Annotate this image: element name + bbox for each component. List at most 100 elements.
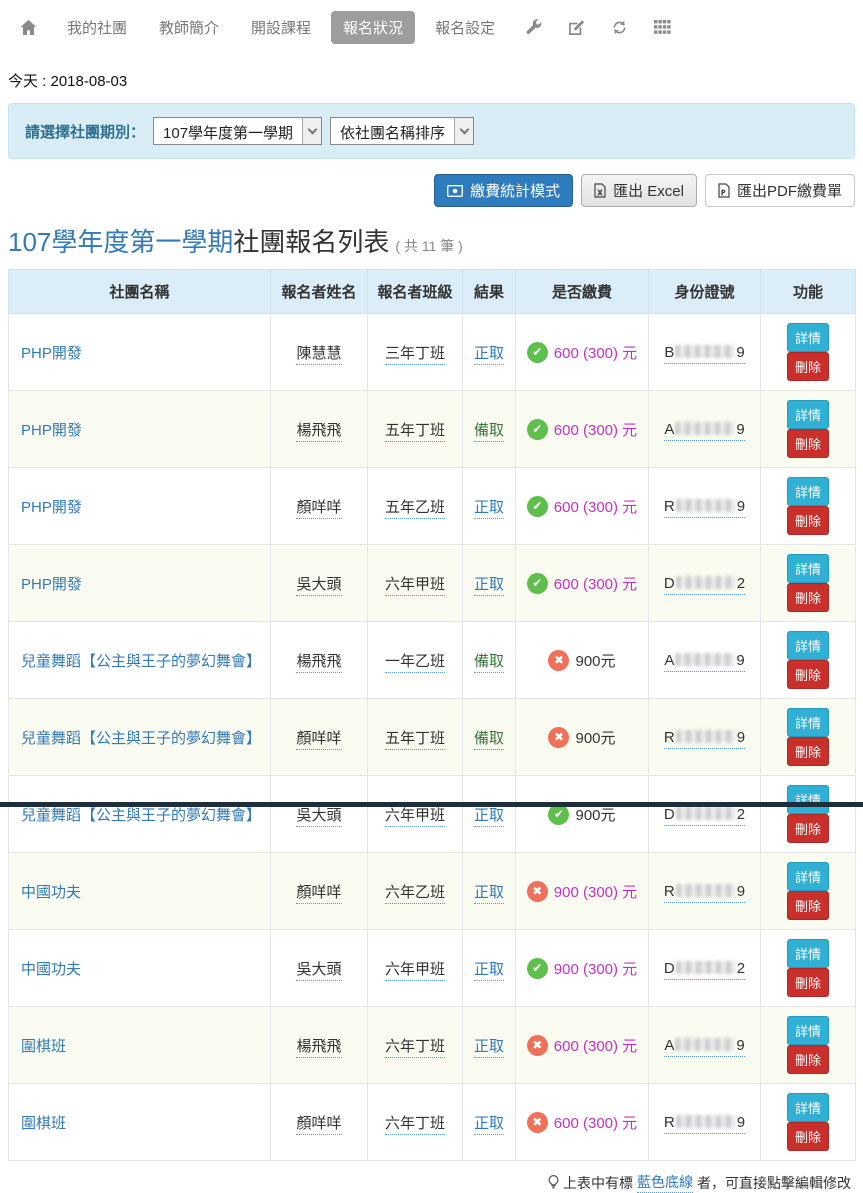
registrant-name[interactable]: 楊飛飛 (296, 422, 341, 442)
result-link[interactable]: 正取 (474, 1038, 504, 1058)
club-link[interactable]: 中國功夫 (21, 961, 81, 978)
wrench-icon[interactable] (525, 19, 542, 36)
id-number[interactable]: R9 (664, 729, 745, 749)
registrant-name[interactable]: 顏咩咩 (296, 730, 341, 750)
result-link[interactable]: 備取 (474, 730, 504, 750)
detail-button[interactable]: 詳情 (787, 939, 829, 968)
club-link[interactable]: PHP開發 (21, 576, 82, 593)
nav-item-teacher-intro[interactable]: 教師簡介 (147, 11, 231, 44)
detail-button[interactable]: 詳情 (787, 323, 829, 352)
detail-button[interactable]: 詳情 (787, 477, 829, 506)
nav-item-open-courses[interactable]: 開設課程 (239, 11, 323, 44)
club-link[interactable]: 中國功夫 (21, 884, 81, 901)
id-number[interactable]: D2 (664, 806, 745, 826)
delete-button[interactable]: 刪除 (787, 814, 829, 843)
registrant-class[interactable]: 六年乙班 (385, 884, 445, 904)
delete-button[interactable]: 刪除 (787, 968, 829, 997)
result-link[interactable]: 正取 (474, 345, 504, 365)
registrant-name[interactable]: 楊飛飛 (296, 1038, 341, 1058)
id-number[interactable]: A9 (664, 652, 744, 672)
registrant-class[interactable]: 一年乙班 (385, 653, 445, 673)
id-number[interactable]: A9 (664, 421, 744, 441)
club-link[interactable]: 兒童舞蹈【公主與王子的夢幻舞會】 (21, 807, 261, 824)
delete-button[interactable]: 刪除 (787, 583, 829, 612)
registrant-class[interactable]: 六年甲班 (385, 961, 445, 981)
result-link[interactable]: 正取 (474, 807, 504, 827)
registrant-class[interactable]: 六年丁班 (385, 1115, 445, 1135)
registrant-class[interactable]: 三年丁班 (385, 345, 445, 365)
term-select[interactable]: 107學年度第一學期 (153, 117, 322, 145)
registrant-class[interactable]: 五年丁班 (385, 422, 445, 442)
paid-status-icon: ✔ (527, 496, 548, 517)
detail-button[interactable]: 詳情 (787, 554, 829, 583)
registrant-name[interactable]: 顏咩咩 (296, 499, 341, 519)
delete-button[interactable]: 刪除 (787, 1045, 829, 1074)
refresh-icon[interactable] (611, 19, 628, 36)
result-link[interactable]: 備取 (474, 422, 504, 442)
home-icon[interactable] (20, 19, 37, 36)
delete-button[interactable]: 刪除 (787, 1122, 829, 1151)
registrant-name[interactable]: 吳大頭 (296, 807, 341, 827)
registrant-class[interactable]: 六年甲班 (385, 576, 445, 596)
detail-button[interactable]: 詳情 (787, 708, 829, 737)
delete-button[interactable]: 刪除 (787, 352, 829, 381)
detail-button[interactable]: 詳情 (787, 1016, 829, 1045)
result-link[interactable]: 正取 (474, 884, 504, 904)
detail-button[interactable]: 詳情 (787, 862, 829, 891)
registrant-class[interactable]: 六年甲班 (385, 807, 445, 827)
registrant-class[interactable]: 六年丁班 (385, 1038, 445, 1058)
registrant-class[interactable]: 五年乙班 (385, 499, 445, 519)
id-first: R (664, 883, 675, 900)
club-link[interactable]: PHP開發 (21, 422, 82, 439)
paid-status-icon: ✔ (527, 342, 548, 363)
delete-button[interactable]: 刪除 (787, 506, 829, 535)
export-excel-button[interactable]: 匯出 Excel (581, 174, 697, 207)
club-link[interactable]: 兒童舞蹈【公主與王子的夢幻舞會】 (21, 653, 261, 670)
delete-button[interactable]: 刪除 (787, 429, 829, 458)
id-number[interactable]: B9 (664, 344, 744, 364)
today-date: 今天 : 2018-08-03 (8, 70, 855, 91)
result-link[interactable]: 正取 (474, 499, 504, 519)
delete-button[interactable]: 刪除 (787, 660, 829, 689)
club-link[interactable]: 圍棋班 (21, 1038, 66, 1055)
club-link[interactable]: PHP開發 (21, 345, 82, 362)
id-number[interactable]: D2 (664, 960, 745, 980)
tip-blue-underline-link[interactable]: 藍色底線 (637, 1172, 693, 1193)
club-link[interactable]: PHP開發 (21, 499, 82, 516)
id-number[interactable]: D2 (664, 575, 745, 595)
club-link[interactable]: 兒童舞蹈【公主與王子的夢幻舞會】 (21, 730, 261, 747)
result-link[interactable]: 備取 (474, 653, 504, 673)
registrant-name[interactable]: 楊飛飛 (296, 653, 341, 673)
result-link[interactable]: 正取 (474, 576, 504, 596)
edit-icon[interactable] (568, 19, 585, 36)
delete-button[interactable]: 刪除 (787, 891, 829, 920)
registrant-name[interactable]: 吳大頭 (296, 576, 341, 596)
detail-button[interactable]: 詳情 (787, 631, 829, 660)
table-row: PHP開發 陳慧慧 三年丁班 正取 ✔ 600 (300) 元 B9 詳情 刪除 (9, 314, 856, 391)
id-number[interactable]: R9 (664, 1114, 745, 1134)
registrant-name[interactable]: 顏咩咩 (296, 884, 341, 904)
nav-item-registration-status[interactable]: 報名狀況 (331, 11, 415, 44)
grid-icon[interactable] (654, 20, 671, 35)
export-pdf-button[interactable]: 匯出PDF繳費單 (705, 174, 855, 207)
id-last: 2 (737, 575, 745, 592)
delete-button[interactable]: 刪除 (787, 737, 829, 766)
payment-stats-button[interactable]: 繳費統計模式 (434, 174, 573, 207)
detail-button[interactable]: 詳情 (787, 400, 829, 429)
registrant-class[interactable]: 五年丁班 (385, 730, 445, 750)
registrant-name[interactable]: 陳慧慧 (296, 345, 341, 365)
detail-button[interactable]: 詳情 (787, 1093, 829, 1122)
id-last: 9 (736, 1037, 744, 1054)
id-number[interactable]: R9 (664, 498, 745, 518)
club-link[interactable]: 圍棋班 (21, 1115, 66, 1132)
nav-item-my-clubs[interactable]: 我的社團 (55, 11, 139, 44)
nav-item-registration-settings[interactable]: 報名設定 (423, 11, 507, 44)
result-link[interactable]: 正取 (474, 961, 504, 981)
id-number[interactable]: A9 (664, 1037, 744, 1057)
sort-select[interactable]: 依社團名稱排序 (330, 117, 474, 145)
registrant-name[interactable]: 顏咩咩 (296, 1115, 341, 1135)
result-link[interactable]: 正取 (474, 1115, 504, 1135)
registrant-name[interactable]: 吳大頭 (296, 961, 341, 981)
detail-button[interactable]: 詳情 (787, 785, 829, 814)
id-number[interactable]: R9 (664, 883, 745, 903)
